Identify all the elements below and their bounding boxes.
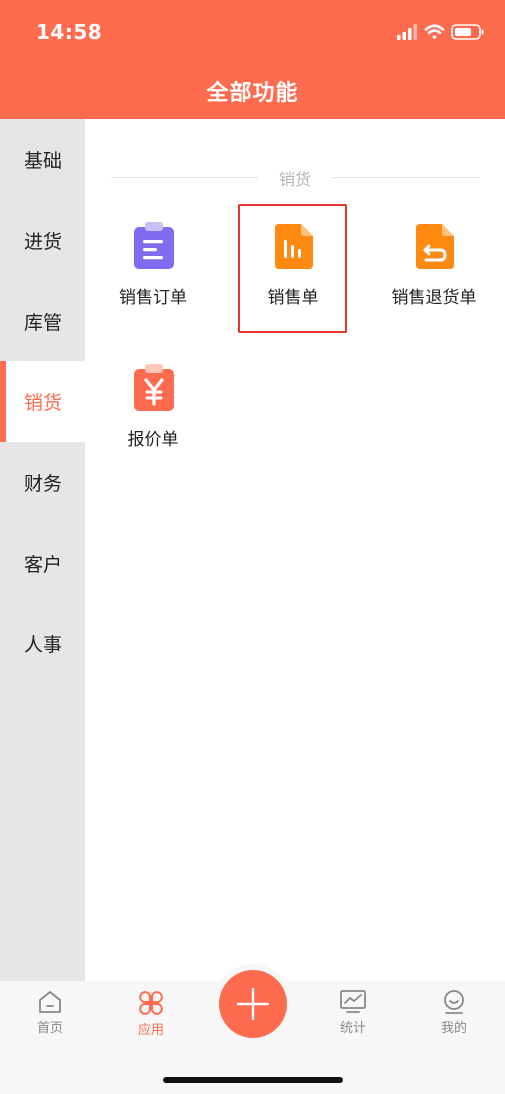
wifi-icon (424, 24, 445, 39)
home-icon (39, 991, 61, 1013)
selection-highlight (238, 204, 347, 333)
tab-label: 首页 (36, 1021, 63, 1036)
tab-apps[interactable]: 应用 (111, 989, 191, 1045)
app-label: 销售订单 (119, 288, 187, 308)
sidebar-item-finance[interactable]: 财务 (0, 442, 85, 523)
home-indicator (163, 1077, 343, 1083)
plus-icon (236, 987, 270, 1021)
battery-icon (451, 24, 484, 40)
yen-clipboard-icon (134, 364, 174, 411)
tab-home[interactable]: 首页 (10, 989, 90, 1045)
signal-icon (397, 24, 417, 40)
status-time: 14:58 (36, 20, 103, 44)
tab-bar: 首页 应用 统计 我的 (0, 964, 505, 1094)
app-quotation[interactable]: 报价单 (98, 347, 208, 457)
active-indicator (0, 361, 6, 442)
sidebar-item-sales[interactable]: 销货 (0, 361, 85, 442)
section-title: 销货 (278, 170, 311, 189)
sidebar-item-label: 客户 (24, 554, 63, 576)
smile-user-icon (444, 990, 464, 1014)
app-label: 报价单 (127, 430, 179, 450)
tab-label: 应用 (137, 1023, 164, 1038)
sidebar-item-label: 进货 (24, 231, 63, 253)
tab-label: 统计 (339, 1021, 366, 1036)
sidebar-item-hr[interactable]: 人事 (0, 603, 85, 684)
tab-profile[interactable]: 我的 (414, 989, 494, 1045)
sidebar-item-inventory[interactable]: 库管 (0, 281, 85, 362)
sidebar-item-label: 财务 (24, 473, 63, 495)
add-button[interactable] (219, 970, 287, 1038)
sidebar-item-label: 人事 (24, 634, 63, 656)
section-divider-right (332, 177, 479, 178)
tab-statistics[interactable]: 统计 (313, 989, 393, 1045)
status-icons (397, 24, 484, 40)
tab-label: 我的 (440, 1021, 467, 1036)
clipboard-list-icon (134, 222, 174, 269)
content-panel: 销货 销售订单 销售单 销售退货单 报价单 (85, 119, 505, 981)
app-sales-return[interactable]: 销售退货单 (379, 205, 489, 315)
sidebar-item-purchase[interactable]: 进货 (0, 200, 85, 281)
sidebar-item-customers[interactable]: 客户 (0, 523, 85, 604)
sidebar-item-label: 销货 (24, 392, 63, 414)
header: 14:58 全部功能 (0, 0, 505, 119)
return-document-icon (416, 224, 454, 269)
sidebar: 基础 进货 库管 销货 财务 客户 人事 (0, 119, 85, 981)
sidebar-item-label: 库管 (24, 312, 63, 334)
chart-monitor-icon (340, 990, 366, 1013)
sidebar-item-label: 基础 (24, 150, 63, 172)
sidebar-item-basic[interactable]: 基础 (0, 119, 85, 200)
app-label: 销售退货单 (391, 288, 477, 308)
page-title: 全部功能 (206, 81, 299, 106)
app-sales-order[interactable]: 销售订单 (98, 205, 208, 315)
apps-icon (139, 991, 163, 1015)
